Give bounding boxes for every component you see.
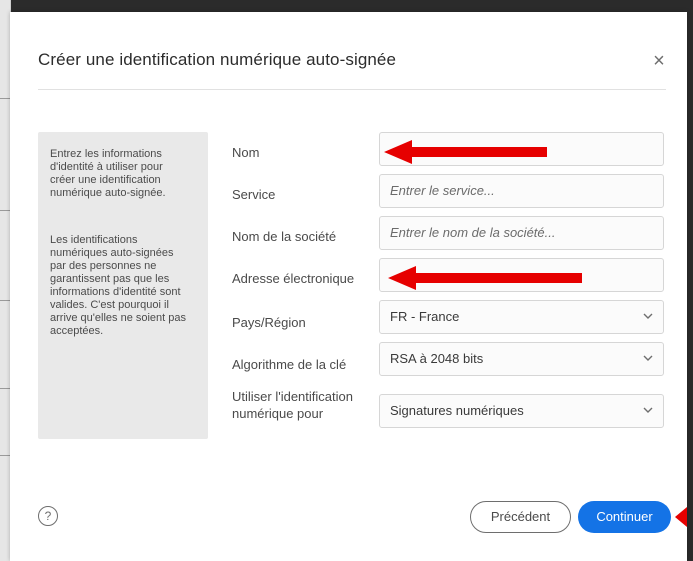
- previous-button[interactable]: Précédent: [470, 501, 571, 533]
- red-arrow: [388, 266, 582, 290]
- info-line: par des personnes ne: [50, 260, 157, 272]
- red-arrow: [675, 507, 687, 527]
- background-divider: [0, 455, 10, 456]
- country-select[interactable]: FR - France: [379, 300, 664, 334]
- name-label: Nom: [232, 145, 260, 160]
- info-line: acceptées.: [50, 325, 104, 337]
- key-algorithm-selected-value: RSA à 2048 bits: [390, 351, 484, 366]
- country-label: Pays/Région: [232, 315, 306, 330]
- info-line: Les identifications: [50, 234, 138, 246]
- dialog-title: Créer une identification numérique auto-…: [38, 50, 397, 69]
- chevron-down-icon: [643, 301, 653, 320]
- red-arrow: [384, 140, 547, 164]
- service-label: Service: [232, 187, 276, 202]
- info-paragraph-1: Entrez les informations d'identité à uti…: [50, 148, 192, 200]
- info-line: créer une identification: [50, 174, 161, 186]
- country-selected-value: FR - France: [390, 309, 460, 324]
- chevron-down-icon: [643, 395, 653, 414]
- background-divider: [0, 388, 10, 389]
- background-app-right-edge: [687, 0, 693, 561]
- service-field[interactable]: Entrer le service...: [379, 174, 664, 208]
- key-algorithm-select[interactable]: RSA à 2048 bits: [379, 342, 664, 376]
- help-icon[interactable]: ?: [38, 506, 58, 526]
- key-algorithm-label: Algorithme de la clé: [232, 357, 347, 372]
- info-line: valides. C'est pourquoi il: [50, 299, 169, 311]
- create-digital-id-dialog: Créer une identification numérique auto-…: [10, 12, 687, 561]
- company-label: Nom de la société: [232, 229, 337, 244]
- info-line: informations d'identité sont: [50, 286, 181, 298]
- close-icon[interactable]: ×: [650, 51, 668, 71]
- usage-select[interactable]: Signatures numériques: [379, 394, 664, 428]
- continue-button[interactable]: Continuer: [578, 501, 671, 533]
- info-line: arrive qu'elles ne soient pas: [50, 312, 187, 324]
- info-line: Entrez les informations: [50, 148, 162, 160]
- usage-label-line: Utiliser l'identification: [232, 389, 353, 404]
- screen: Créer une identification numérique auto-…: [0, 0, 693, 561]
- chevron-down-icon: [643, 343, 653, 362]
- info-panel: Entrez les informations d'identité à uti…: [38, 132, 208, 439]
- info-line: numériques auto-signées: [50, 247, 174, 259]
- background-divider: [0, 210, 10, 211]
- title-divider: [38, 89, 666, 90]
- background-divider: [0, 300, 10, 301]
- background-divider: [0, 98, 10, 99]
- info-line: garantissent pas que les: [50, 273, 170, 285]
- usage-label: Utiliser l'identification numérique pour: [232, 388, 353, 422]
- info-paragraph-2: Les identifications numériques auto-sign…: [50, 234, 192, 338]
- usage-label-line: numérique pour: [232, 406, 324, 421]
- info-line: numérique auto-signée.: [50, 187, 166, 199]
- usage-selected-value: Signatures numériques: [390, 403, 524, 418]
- company-field[interactable]: Entrer le nom de la société...: [379, 216, 664, 250]
- info-line: d'identité à utiliser pour: [50, 161, 163, 173]
- email-label: Adresse électronique: [232, 271, 355, 286]
